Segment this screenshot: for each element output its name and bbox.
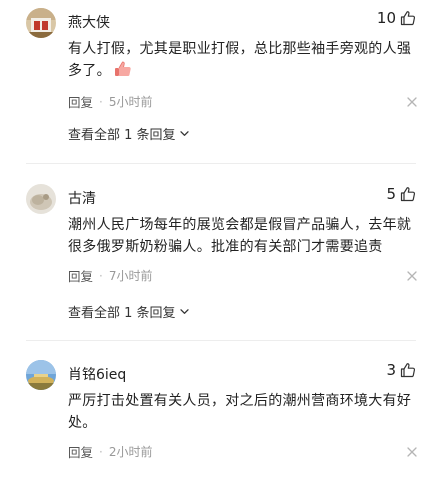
divider bbox=[26, 340, 416, 341]
reply-button[interactable]: 回复 bbox=[68, 92, 93, 111]
thumbs-up-icon bbox=[400, 363, 416, 378]
comment-meta: 回复 · 7小时前 bbox=[68, 266, 152, 285]
separator: · bbox=[99, 94, 103, 109]
like-button[interactable]: 3 bbox=[386, 361, 416, 379]
thumbs-up-emoji-icon bbox=[114, 61, 131, 76]
avatar[interactable] bbox=[26, 8, 56, 38]
view-all-label: 查看全部 1 条回复 bbox=[68, 306, 176, 321]
thumbs-up-icon bbox=[400, 187, 416, 202]
reply-button[interactable]: 回复 bbox=[68, 266, 93, 285]
comment-text: 潮州人民广场每年的展览会都是假冒产品骗人，去年就很多俄罗斯奶粉骗人。批准的有关部… bbox=[68, 217, 412, 255]
view-all-replies-button[interactable]: 查看全部 1 条回复 bbox=[68, 302, 190, 321]
avatar-image bbox=[26, 360, 56, 390]
thumbs-up-icon bbox=[400, 11, 416, 26]
close-icon[interactable] bbox=[406, 96, 418, 108]
comment-meta: 回复 · 5小时前 bbox=[68, 92, 152, 111]
avatar-image bbox=[26, 8, 56, 38]
comment-text: 严厉打击处置有关人员，对之后的潮州营商环境大有好处。 bbox=[68, 393, 412, 431]
avatar-image bbox=[26, 184, 56, 214]
close-icon[interactable] bbox=[406, 270, 418, 282]
username[interactable]: 肖铭6ieq bbox=[68, 364, 126, 384]
username[interactable]: 古清 bbox=[68, 188, 96, 208]
avatar[interactable] bbox=[26, 184, 56, 214]
chevron-down-icon bbox=[179, 131, 189, 136]
timestamp: 2小时前 bbox=[108, 445, 153, 459]
like-count: 5 bbox=[386, 185, 396, 203]
timestamp: 5小时前 bbox=[108, 95, 153, 109]
reply-button[interactable]: 回复 bbox=[68, 442, 93, 461]
comment-text: 有人打假，尤其是职业打假，总比那些袖手旁观的人强多了。 bbox=[68, 38, 420, 82]
view-all-label: 查看全部 1 条回复 bbox=[68, 128, 176, 143]
close-icon[interactable] bbox=[406, 446, 418, 458]
like-count: 10 bbox=[376, 9, 396, 27]
like-count: 3 bbox=[386, 361, 396, 379]
avatar[interactable] bbox=[26, 360, 56, 390]
timestamp: 7小时前 bbox=[108, 269, 153, 283]
like-button[interactable]: 5 bbox=[386, 185, 416, 203]
comment-meta: 回复 · 2小时前 bbox=[68, 442, 152, 461]
like-button[interactable]: 10 bbox=[377, 9, 416, 27]
username[interactable]: 燕大侠 bbox=[68, 12, 110, 32]
separator: · bbox=[99, 444, 103, 459]
view-all-replies-button[interactable]: 查看全部 1 条回复 bbox=[68, 124, 190, 143]
separator: · bbox=[99, 268, 103, 283]
chevron-down-icon bbox=[179, 309, 189, 314]
divider bbox=[26, 163, 416, 164]
